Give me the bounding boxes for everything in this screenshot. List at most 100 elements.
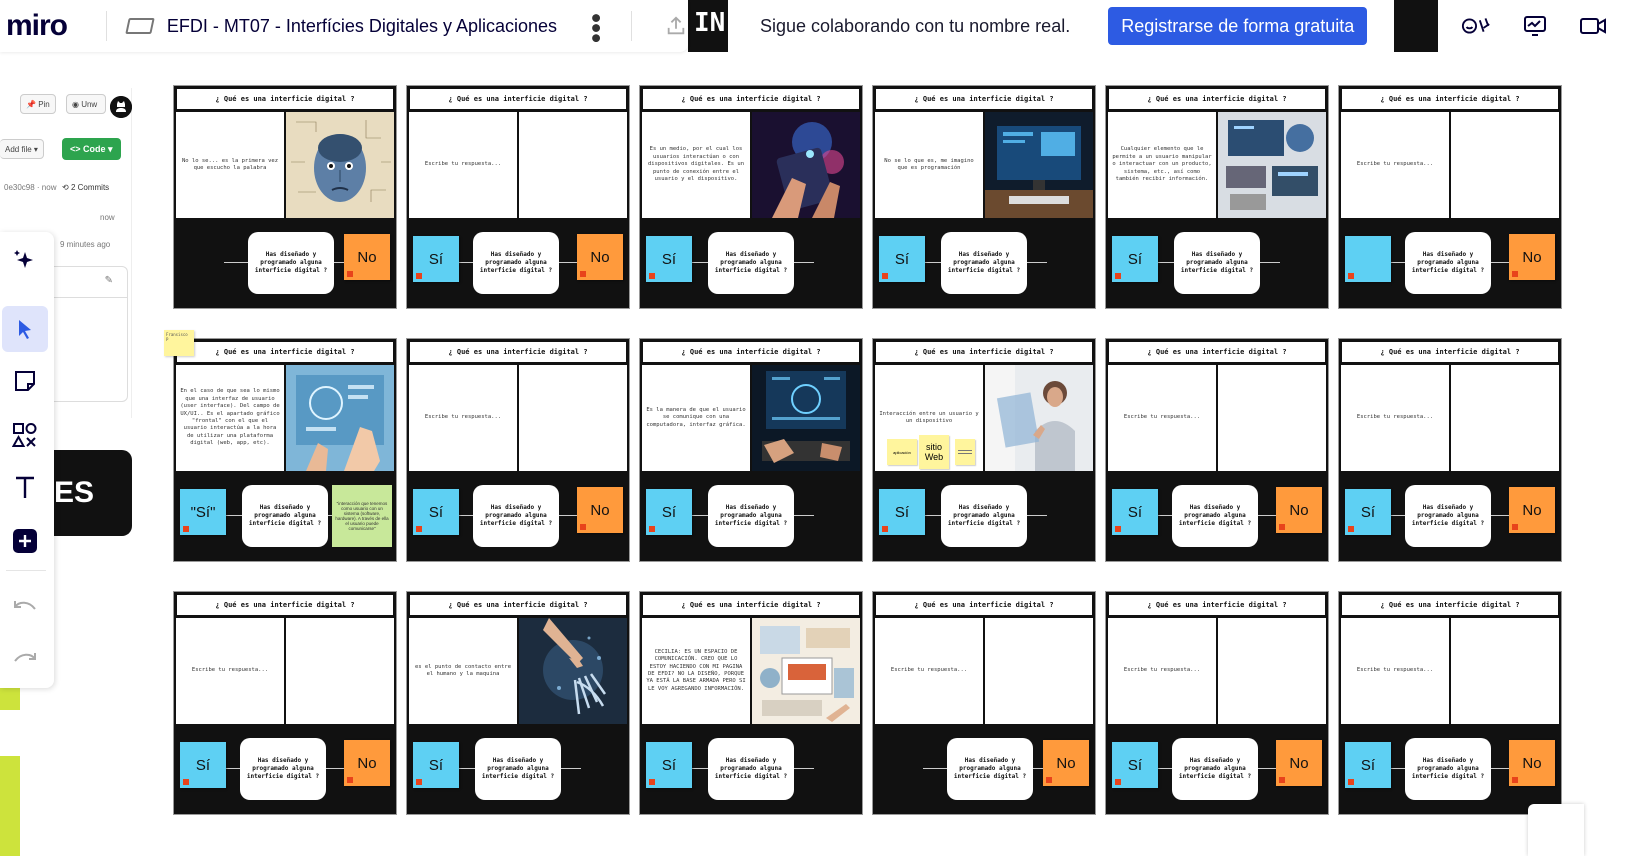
no-sticky-note[interactable]: No xyxy=(1276,740,1322,786)
si-sticky-note[interactable]: Sí xyxy=(1112,236,1158,282)
add-file-button[interactable]: Add file ▾ xyxy=(0,139,44,159)
si-sticky-note[interactable]: "Sí" xyxy=(180,489,226,535)
si-sticky-note[interactable]: Sí xyxy=(646,489,692,535)
si-sticky-note[interactable]: Sí xyxy=(413,489,459,535)
card-image-placeholder[interactable] xyxy=(519,365,627,471)
signup-button[interactable]: Registrarse de forma gratuita xyxy=(1108,7,1368,45)
card-answer[interactable]: es el punto de contacto entre el humano … xyxy=(409,618,517,724)
sticky-note-icon[interactable] xyxy=(2,358,48,404)
si-sticky-note[interactable]: Sí xyxy=(413,742,459,788)
yellow-sticky-note[interactable]: sitio Web xyxy=(919,435,949,469)
miro-logo[interactable]: miro xyxy=(6,9,106,43)
cursor-icon[interactable] xyxy=(2,306,48,352)
card-image[interactable] xyxy=(985,112,1093,218)
question-card[interactable]: ¿ Qué es una interficie digital ? Escribe… xyxy=(1338,338,1562,562)
card-image[interactable] xyxy=(286,365,394,471)
magic-icon[interactable] xyxy=(2,238,48,284)
share-icon[interactable] xyxy=(664,14,688,38)
redo-icon[interactable] xyxy=(2,636,48,682)
question-card[interactable]: ¿ Qué es una interficie digital ? Es la m… xyxy=(639,338,863,562)
question-card[interactable]: ¿ Qué es una interficie digital ? CECILIA… xyxy=(639,591,863,815)
card-answer[interactable]: Escribe tu respuesta... xyxy=(875,618,983,724)
yellow-sticky-note[interactable] xyxy=(955,439,975,465)
si-sticky-note[interactable]: Sí xyxy=(646,236,692,282)
card-answer[interactable]: Escribe tu respuesta... xyxy=(409,365,517,471)
github-icon[interactable] xyxy=(110,96,132,118)
card-image[interactable] xyxy=(519,618,627,724)
question-card[interactable]: ¿ Qué es una interficie digital ? En el c… xyxy=(173,338,397,562)
card-answer[interactable]: No se lo que es, me imagino que es progr… xyxy=(875,112,983,218)
si-sticky-note[interactable]: Sí xyxy=(879,489,925,535)
card-image[interactable] xyxy=(286,112,394,218)
card-image[interactable] xyxy=(752,365,860,471)
text-icon[interactable] xyxy=(2,464,48,510)
si-sticky-note[interactable]: Sí xyxy=(1345,489,1391,535)
no-sticky-note[interactable]: No xyxy=(1509,487,1555,533)
question-card[interactable]: ¿ Qué es una interficie digital ? Escribe… xyxy=(1338,85,1562,309)
plus-icon[interactable] xyxy=(2,518,48,564)
card-image[interactable] xyxy=(1218,112,1326,218)
question-card[interactable]: ¿ Qué es una interficie digital ? Escribe… xyxy=(1105,591,1329,815)
question-card[interactable]: ¿ Qué es una interficie digital ? No se l… xyxy=(872,85,1096,309)
question-card[interactable]: ¿ Qué es una interficie digital ? No lo s… xyxy=(173,85,397,309)
card-answer[interactable]: No lo se... es la primera vez que escuch… xyxy=(176,112,284,218)
card-image-placeholder[interactable] xyxy=(1451,112,1559,218)
no-sticky-note[interactable]: No xyxy=(577,487,623,533)
card-answer[interactable]: Escribe tu respuesta... xyxy=(1341,365,1449,471)
card-answer[interactable]: CECILIA: ES UN ESPACIO DE COMUNICACIÓN. … xyxy=(642,618,750,724)
green-sticky-note[interactable]: "interacción que tenemos como usuario co… xyxy=(332,485,392,547)
undo-icon[interactable] xyxy=(2,584,48,630)
pin-button[interactable]: 📌 Pin xyxy=(20,94,56,114)
card-image[interactable] xyxy=(985,365,1093,471)
si-sticky-note[interactable]: Sí xyxy=(1112,742,1158,788)
si-sticky-note[interactable] xyxy=(1345,236,1391,282)
card-image-placeholder[interactable] xyxy=(286,618,394,724)
question-card[interactable]: ¿ Qué es una interficie digital ? Escribe… xyxy=(406,85,630,309)
board-title[interactable]: EFDI - MT07 - Interfícies Digitales y Ap… xyxy=(167,16,557,37)
card-image-placeholder[interactable] xyxy=(1218,618,1326,724)
card-image-placeholder[interactable] xyxy=(519,112,627,218)
code-button[interactable]: <> Code ▾ xyxy=(62,138,121,160)
card-image-placeholder[interactable] xyxy=(1218,365,1326,471)
video-icon[interactable] xyxy=(1577,12,1609,40)
question-card[interactable]: ¿ Qué es una interficie digital ? Escribe… xyxy=(1338,591,1562,815)
question-card[interactable]: ¿ Qué es una interficie digital ? es el p… xyxy=(406,591,630,815)
card-image[interactable] xyxy=(752,112,860,218)
no-sticky-note[interactable]: No xyxy=(344,234,390,280)
reactions-icon[interactable] xyxy=(1461,12,1493,40)
user-sticky-note[interactable]: Fransisco P xyxy=(164,330,194,356)
si-sticky-note[interactable]: Sí xyxy=(1112,489,1158,535)
card-answer[interactable]: Escribe tu respuesta... xyxy=(1108,365,1216,471)
question-card[interactable]: ¿ Qué es una interficie digital ? Es un m… xyxy=(639,85,863,309)
card-answer[interactable]: En el caso de que sea lo mismo que una i… xyxy=(176,365,284,471)
no-sticky-note[interactable]: No xyxy=(1276,487,1322,533)
no-sticky-note[interactable]: No xyxy=(1043,740,1089,786)
shapes-icon[interactable] xyxy=(2,412,48,458)
card-answer[interactable]: Es la manera de que el usuario se comuni… xyxy=(642,365,750,471)
card-answer[interactable]: Escribe tu respuesta... xyxy=(176,618,284,724)
no-sticky-note[interactable]: No xyxy=(577,234,623,280)
yellow-sticky-note[interactable]: aplicación xyxy=(887,439,917,465)
more-menu-icon[interactable]: ••• xyxy=(582,11,607,41)
question-card[interactable]: ¿ Qué es una interficie digital ? Escribe… xyxy=(872,591,1096,815)
card-answer[interactable]: Es un medio, por el cual los usuarios in… xyxy=(642,112,750,218)
question-card[interactable]: ¿ Qué es una interficie digital ? Escribe… xyxy=(173,591,397,815)
card-answer[interactable]: Escribe tu respuesta... xyxy=(1108,618,1216,724)
commit-hash[interactable]: 0e30c98 · now xyxy=(4,183,56,192)
no-sticky-note[interactable]: No xyxy=(344,740,390,786)
card-image-placeholder[interactable] xyxy=(1451,365,1559,471)
card-answer[interactable]: Escribe tu respuesta... xyxy=(409,112,517,218)
question-card[interactable]: ¿ Qué es una interficie digital ? Escribe… xyxy=(406,338,630,562)
card-answer[interactable]: Escribe tu respuesta... xyxy=(1341,618,1449,724)
card-answer[interactable]: Escribe tu respuesta... xyxy=(1341,112,1449,218)
card-image[interactable] xyxy=(752,618,860,724)
commits-link[interactable]: ⟲ 2 Commits xyxy=(62,183,109,192)
pencil-icon[interactable]: ✎ xyxy=(105,275,113,286)
card-answer[interactable]: Cualquier elemento que le permite a un u… xyxy=(1108,112,1216,218)
question-card[interactable]: ¿ Qué es una interficie digital ? Interac… xyxy=(872,338,1096,562)
no-sticky-note[interactable]: No xyxy=(1509,234,1555,280)
zoom-control[interactable] xyxy=(1528,804,1584,856)
si-sticky-note[interactable]: Sí xyxy=(180,742,226,788)
si-sticky-note[interactable]: Sí xyxy=(413,236,459,282)
si-sticky-note[interactable]: Sí xyxy=(1345,742,1391,788)
